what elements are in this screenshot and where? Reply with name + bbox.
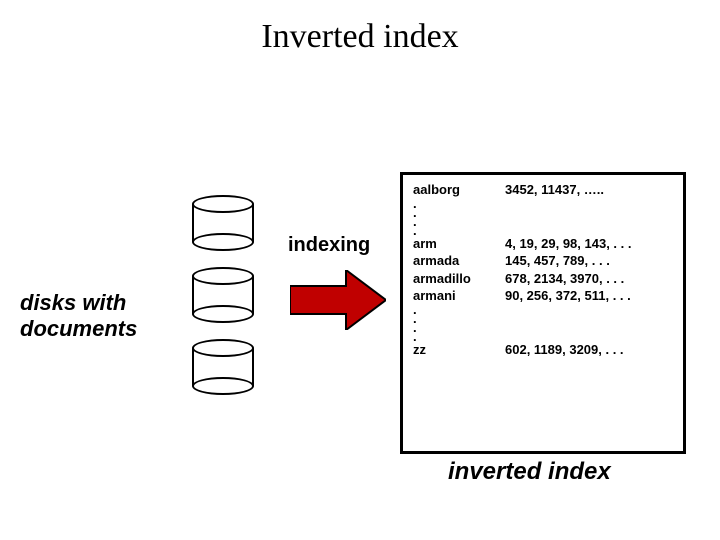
index-term: armani — [413, 287, 505, 305]
index-term: armadillo — [413, 270, 505, 288]
index-postings: 602, 1189, 3209, . . . — [505, 341, 673, 359]
database-cylinder-icon — [192, 195, 254, 251]
disk-stack — [192, 195, 262, 405]
index-entry: armani 90, 256, 372, 511, . . . — [413, 287, 673, 305]
index-entry: arm 4, 19, 29, 98, 143, . . . — [413, 235, 673, 253]
index-postings: 3452, 11437, ….. — [505, 181, 673, 199]
database-cylinder-icon — [192, 339, 254, 395]
index-entry: zz 602, 1189, 3209, . . . — [413, 341, 673, 359]
slide-title: Inverted index — [0, 18, 720, 56]
index-term: aalborg — [413, 181, 505, 199]
index-entry: aalborg 3452, 11437, ….. — [413, 181, 673, 199]
index-postings: 90, 256, 372, 511, . . . — [505, 287, 673, 305]
ellipsis-icon: .... — [413, 199, 673, 235]
index-postings: 4, 19, 29, 98, 143, . . . — [505, 235, 673, 253]
indexing-step-label: indexing — [288, 234, 370, 257]
index-term: armada — [413, 252, 505, 270]
inverted-index-box: aalborg 3452, 11437, ….. .... arm 4, 19,… — [400, 172, 686, 454]
arrow-right-icon — [290, 270, 386, 330]
index-term: arm — [413, 235, 505, 253]
ellipsis-icon: .... — [413, 305, 673, 341]
index-entry: armadillo 678, 2134, 3970, . . . — [413, 270, 673, 288]
index-term: zz — [413, 341, 505, 359]
disks-label: disks with documents — [20, 290, 180, 343]
index-postings: 145, 457, 789, . . . — [505, 252, 673, 270]
index-entry: armada 145, 457, 789, . . . — [413, 252, 673, 270]
database-cylinder-icon — [192, 267, 254, 323]
inverted-index-label: inverted index — [448, 458, 611, 486]
index-postings: 678, 2134, 3970, . . . — [505, 270, 673, 288]
